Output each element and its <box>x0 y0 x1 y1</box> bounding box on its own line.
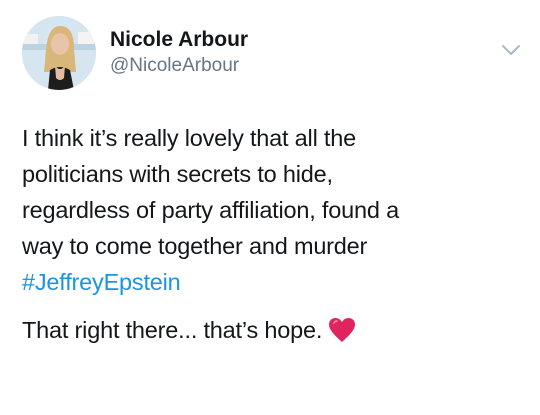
tweet-header: Nicole Arbour @NicoleArbour <box>22 14 522 92</box>
tweet-text-line: I think it’s really lovely that all the <box>22 125 356 151</box>
chevron-down-icon[interactable] <box>502 44 520 56</box>
heart-icon <box>329 318 356 342</box>
tweet-text-line: way to come together and murder <box>22 233 368 259</box>
author-names: Nicole Arbour @NicoleArbour <box>110 28 248 78</box>
user-handle[interactable]: @NicoleArbour <box>110 54 248 78</box>
tweet-card: Nicole Arbour @NicoleArbour I think it’s… <box>0 0 540 415</box>
tweet-text-line: politicians with secrets to hide, <box>22 161 333 187</box>
display-name[interactable]: Nicole Arbour <box>110 28 248 52</box>
tweet-text: I think it’s really lovely that all the … <box>22 120 522 348</box>
closing-text: That right there... that’s hope. <box>22 317 323 343</box>
closing-line: That right there... that’s hope. <box>22 312 522 348</box>
avatar[interactable] <box>22 16 96 90</box>
tweet-text-line: regardless of party affiliation, found a <box>22 197 399 223</box>
avatar-image <box>22 16 96 90</box>
hashtag-link[interactable]: #JeffreyEpstein <box>22 264 522 300</box>
